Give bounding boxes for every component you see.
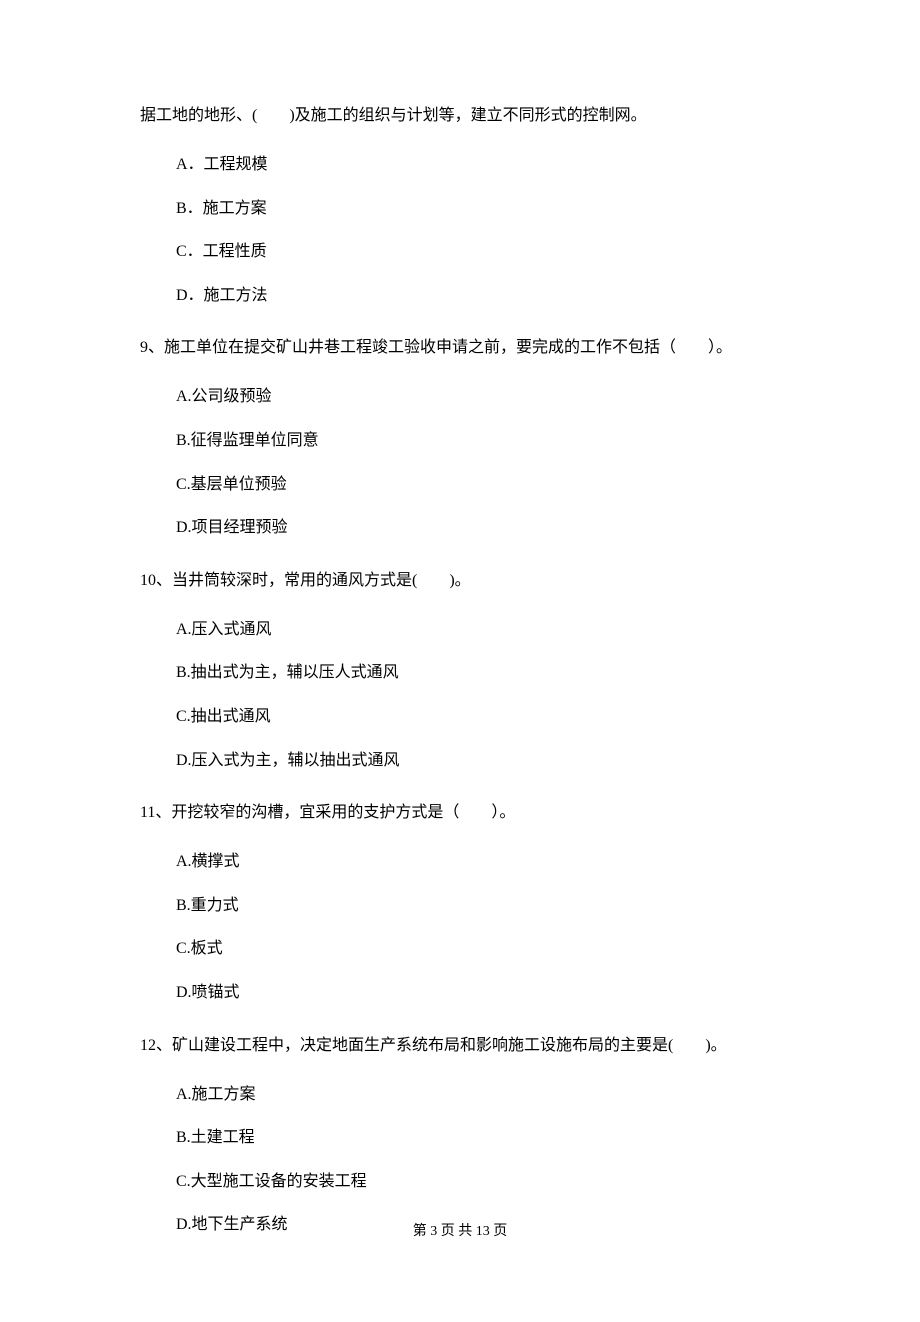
- question-12-stem: 12、矿山建设工程中，决定地面生产系统布局和影响施工设施布局的主要是( )。: [140, 1030, 780, 1062]
- option-a: A.压入式通风: [176, 617, 780, 643]
- option-b: B.抽出式为主，辅以压人式通风: [176, 660, 780, 686]
- option-c: C．工程性质: [176, 239, 780, 265]
- option-a: A．工程规模: [176, 152, 780, 178]
- question-9-stem: 9、施工单位在提交矿山井巷工程竣工验收申请之前，要完成的工作不包括（ ）。: [140, 332, 780, 364]
- option-d: D.项目经理预验: [176, 515, 780, 541]
- question-8-options: A．工程规模 B．施工方案 C．工程性质 D．施工方法: [140, 152, 780, 308]
- question-10-stem: 10、当井筒较深时，常用的通风方式是( )。: [140, 565, 780, 597]
- option-a: A.公司级预验: [176, 384, 780, 410]
- option-c: C.抽出式通风: [176, 704, 780, 730]
- option-c: C.大型施工设备的安装工程: [176, 1169, 780, 1195]
- option-b: B.征得监理单位同意: [176, 428, 780, 454]
- option-a: A.横撑式: [176, 849, 780, 875]
- question-11-options: A.横撑式 B.重力式 C.板式 D.喷锚式: [140, 849, 780, 1005]
- option-b: B.土建工程: [176, 1125, 780, 1151]
- option-a: A.施工方案: [176, 1082, 780, 1108]
- option-b: B．施工方案: [176, 196, 780, 222]
- question-10-options: A.压入式通风 B.抽出式为主，辅以压人式通风 C.抽出式通风 D.压入式为主，…: [140, 617, 780, 773]
- option-d: D.喷锚式: [176, 980, 780, 1006]
- question-9-options: A.公司级预验 B.征得监理单位同意 C.基层单位预验 D.项目经理预验: [140, 384, 780, 540]
- option-c: C.基层单位预验: [176, 472, 780, 498]
- question-11-stem: 11、开挖较窄的沟槽，宜采用的支护方式是（ ）。: [140, 797, 780, 829]
- page-content: 据工地的地形、( )及施工的组织与计划等，建立不同形式的控制网。 A．工程规模 …: [0, 0, 920, 1322]
- question-12-options: A.施工方案 B.土建工程 C.大型施工设备的安装工程 D.地下生产系统: [140, 1082, 780, 1238]
- option-c: C.板式: [176, 936, 780, 962]
- option-b: B.重力式: [176, 893, 780, 919]
- page-footer: 第 3 页 共 13 页: [0, 1221, 920, 1242]
- option-d: D．施工方法: [176, 283, 780, 309]
- option-d: D.压入式为主，辅以抽出式通风: [176, 748, 780, 774]
- question-8-continuation: 据工地的地形、( )及施工的组织与计划等，建立不同形式的控制网。: [140, 100, 780, 132]
